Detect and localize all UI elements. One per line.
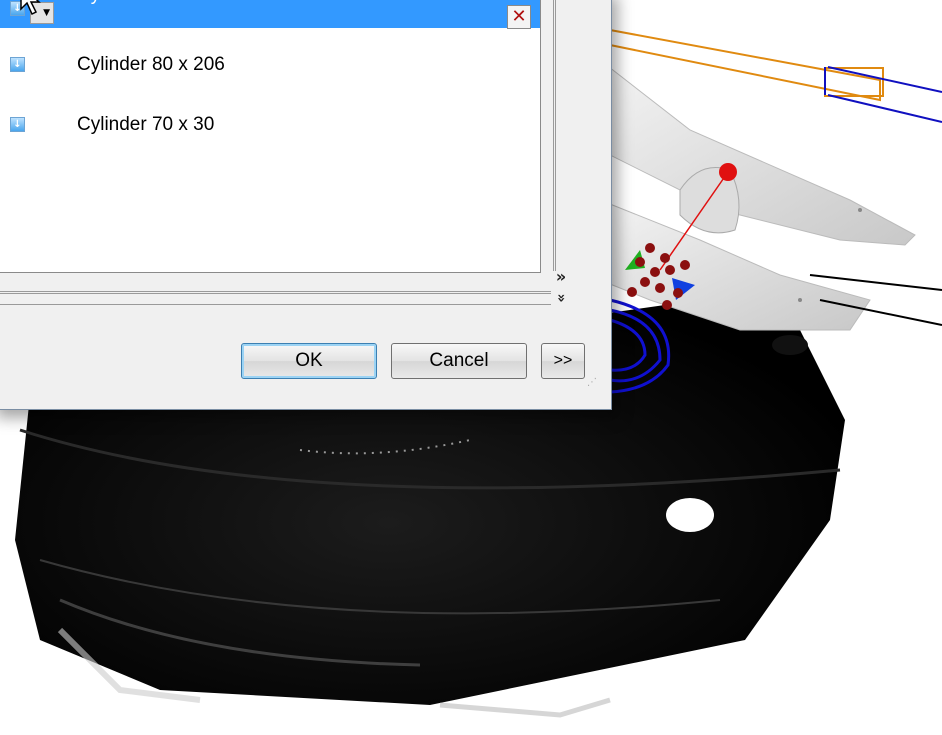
- vertical-scrollbar[interactable]: [553, 0, 586, 271]
- scroll-right-icon[interactable]: »: [552, 268, 570, 286]
- expand-button[interactable]: >>: [541, 343, 585, 379]
- move-down-icon[interactable]: ↓: [10, 57, 25, 72]
- list-item[interactable]: ↓ Cylinder 70 x 30: [0, 106, 540, 144]
- cancel-button[interactable]: Cancel: [391, 343, 527, 379]
- list-item[interactable]: ↓ ▼ Cylinder 70 x 30: [0, 0, 540, 28]
- scroll-down-icon[interactable]: »: [552, 289, 570, 307]
- close-icon: ✕: [511, 6, 527, 27]
- delete-button[interactable]: ✕: [507, 5, 531, 29]
- list-item[interactable]: ↓ Cylinder 80 x 206: [0, 46, 540, 84]
- list-item-label: Cylinder 70 x 30: [77, 0, 214, 14]
- robot-arm: [599, 58, 916, 331]
- dialog-window: ↓ ▼ Cylinder 70 x 30 ↓ Cylinder 80 x 206…: [0, 0, 612, 410]
- list-item-label: Cylinder 80 x 206: [77, 54, 225, 75]
- mouse-cursor-icon: [20, 0, 41, 16]
- cylinder-list[interactable]: ↓ ▼ Cylinder 70 x 30 ↓ Cylinder 80 x 206…: [0, 0, 541, 273]
- ok-button[interactable]: OK: [241, 343, 377, 379]
- resize-grip-icon[interactable]: ⋰: [587, 378, 601, 393]
- list-item-label: Cylinder 70 x 30: [77, 114, 215, 135]
- move-down-icon[interactable]: ↓: [10, 117, 25, 132]
- horizontal-scrollbar[interactable]: [0, 291, 551, 305]
